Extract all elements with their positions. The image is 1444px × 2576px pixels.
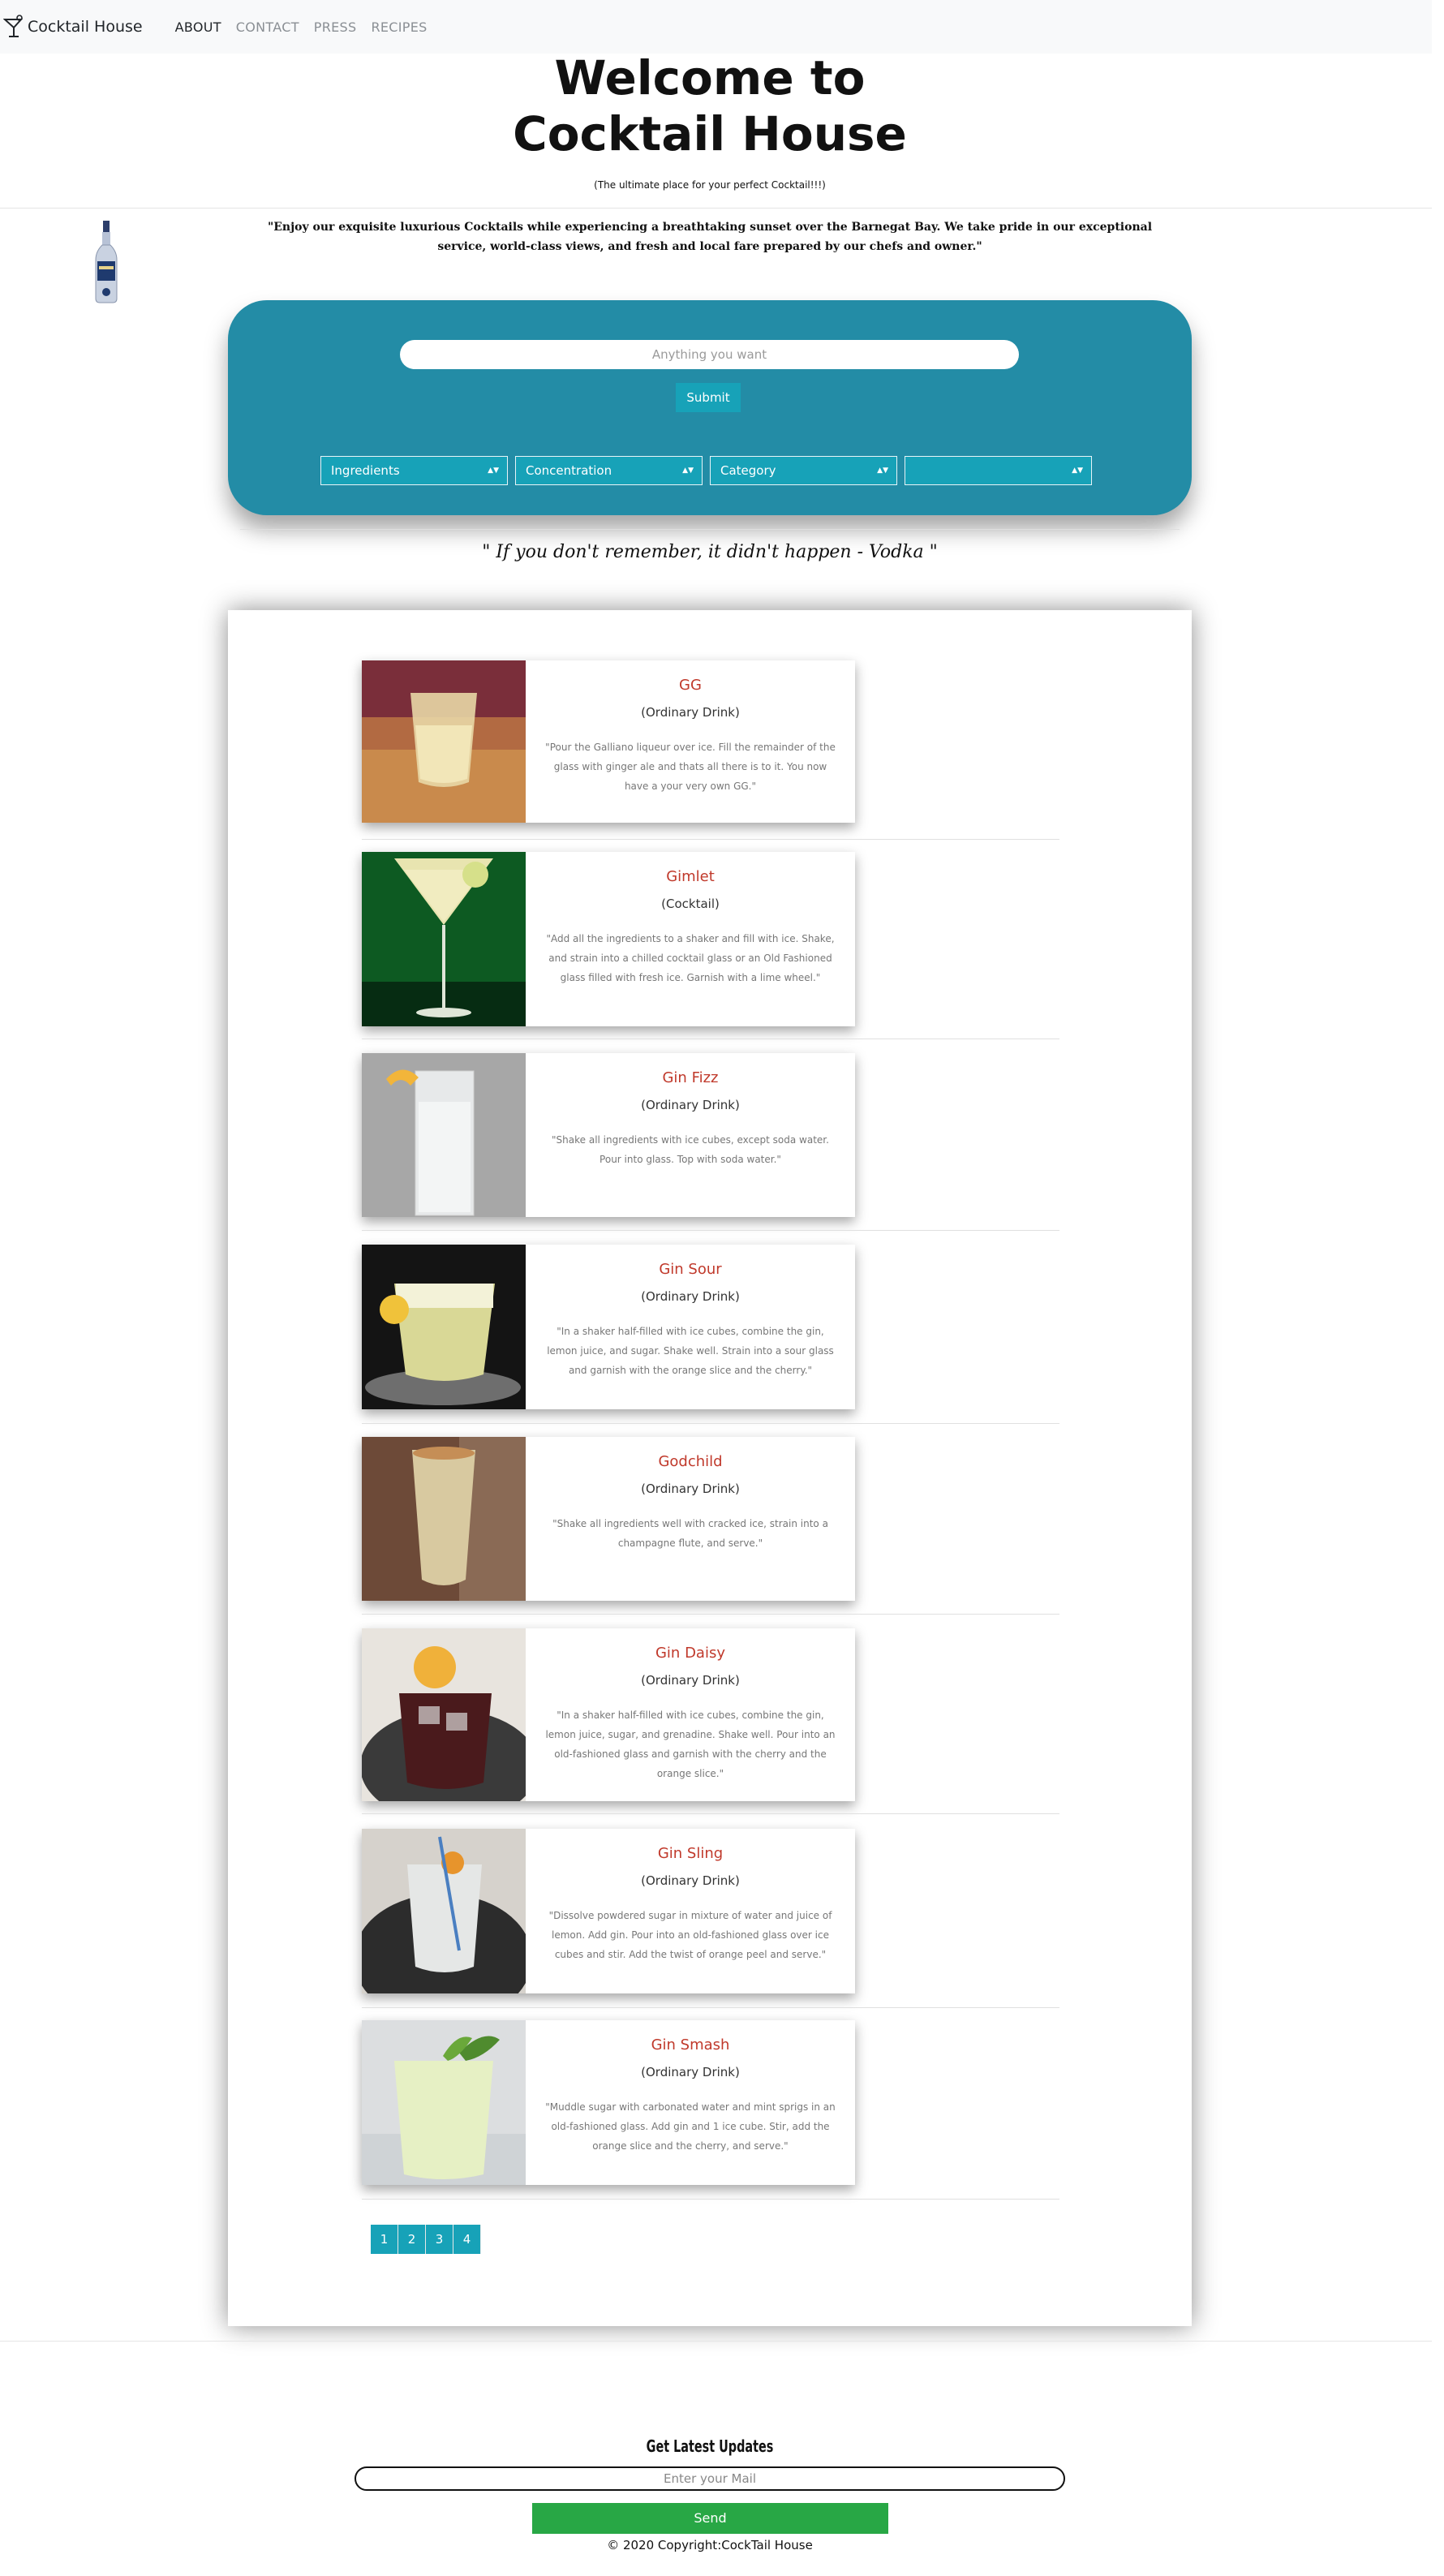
cocktail-category: (Ordinary Drink) [641,1098,740,1112]
nav-link-press[interactable]: PRESS [314,19,357,35]
filter-extra[interactable]: ▲▼ [905,456,1092,485]
card-body: Gin Fizz (Ordinary Drink) "Shake all ing… [526,1053,855,1217]
brand-name: Cocktail House [28,18,143,36]
divider [0,2341,1432,2342]
updates-title: Get Latest Updates [646,2436,774,2456]
cocktail-category: (Ordinary Drink) [641,1289,740,1304]
cocktail-description: "In a shaker half-filled with ice cubes,… [545,1709,836,1779]
cocktail-photo [362,1053,526,1217]
search-input[interactable] [400,340,1019,369]
search-panel: Submit Ingredients ▲▼ Concentration ▲▼ Cat… [228,300,1192,515]
filter-label: Category [720,463,776,478]
page-1-button[interactable]: 1 [371,2225,398,2254]
filter-label: Concentration [526,463,612,478]
cocktail-name[interactable]: Godchild [526,1453,855,1470]
vodka-bottle-image [95,221,118,303]
nav-links: ABOUT CONTACT PRESS RECIPES [175,19,442,35]
vodka-quote: " If you don't remember, it didn't happe… [482,542,938,562]
cocktail-description: "Add all the ingredients to a shaker and… [546,933,835,983]
cocktail-photo [362,1829,526,1993]
title-line-1: Welcome to [554,50,866,105]
filter-ingredients[interactable]: Ingredients ▲▼ [320,456,508,485]
cocktail-description: "Shake all ingredients well with cracked… [552,1518,828,1549]
page-3-button[interactable]: 3 [426,2225,453,2254]
cocktail-card[interactable]: Gin Smash (Ordinary Drink) "Muddle sugar… [362,2020,855,2185]
cocktail-photo [362,1245,526,1409]
cocktail-photo [362,1628,526,1801]
card-body: Godchild (Ordinary Drink) "Shake all ing… [526,1437,855,1601]
cocktail-card[interactable]: Godchild (Ordinary Drink) "Shake all ing… [362,1437,855,1601]
card-body: Gin Smash (Ordinary Drink) "Muddle sugar… [526,2020,855,2185]
cocktail-card[interactable]: Gin Fizz (Ordinary Drink) "Shake all ing… [362,1053,855,1217]
page-4-button[interactable]: 4 [453,2225,481,2254]
divider [362,2007,1059,2008]
cocktail-category: (Ordinary Drink) [641,2065,740,2079]
cocktail-card[interactable]: GG (Ordinary Drink) "Pour the Galliano l… [362,660,855,823]
cocktail-photo [362,1437,526,1601]
card-body: GG (Ordinary Drink) "Pour the Galliano l… [526,660,855,823]
brand[interactable]: Cocktail House [3,15,143,39]
divider [362,1813,1059,1814]
pagination: 1 2 3 4 [371,2225,481,2254]
intro-text: "Enjoy our exquisite luxurious Cocktails… [267,221,1153,253]
email-field[interactable] [355,2466,1065,2491]
send-button[interactable]: Send [532,2503,888,2534]
filter-label: Ingredients [331,463,400,478]
divider [362,1423,1059,1424]
filter-category[interactable]: Category ▲▼ [710,456,897,485]
divider [362,1614,1059,1615]
page-title: Welcome to Cocktail House [0,50,1420,162]
cocktail-name[interactable]: Gin Sour [526,1261,855,1278]
cocktail-category: (Ordinary Drink) [641,1482,740,1496]
card-body: Gin Sling (Ordinary Drink) "Dissolve pow… [526,1829,855,1993]
divider [0,208,1432,209]
cocktail-name[interactable]: Gin Smash [526,2036,855,2053]
select-arrows-icon: ▲▼ [877,467,888,475]
filter-concentration[interactable]: Concentration ▲▼ [515,456,703,485]
cocktail-card[interactable]: Gin Daisy (Ordinary Drink) "In a shaker … [362,1628,855,1801]
select-arrows-icon: ▲▼ [682,467,694,475]
cocktail-card[interactable]: Gimlet (Cocktail) "Add all the ingredien… [362,852,855,1026]
cocktail-description: "In a shaker half-filled with ice cubes,… [547,1326,834,1376]
cocktail-card[interactable]: Gin Sling (Ordinary Drink) "Dissolve pow… [362,1829,855,1993]
cocktail-name[interactable]: Gimlet [526,868,855,885]
cocktail-photo [362,852,526,1026]
nav-link-about[interactable]: ABOUT [175,19,221,35]
divider [362,1230,1059,1231]
copyright: © 2020 Copyright:CockTail House [607,2538,813,2552]
cocktail-name[interactable]: Gin Sling [526,1845,855,1862]
filters: Ingredients ▲▼ Concentration ▲▼ Category ▲▼… [320,456,1099,485]
title-line-2: Cocktail House [513,106,907,161]
cocktail-description: "Shake all ingredients with ice cubes, e… [552,1134,829,1165]
cocktail-glass-icon [3,15,24,37]
cocktail-photo [362,2020,526,2185]
cocktail-category: (Ordinary Drink) [641,1673,740,1688]
cocktail-name[interactable]: Gin Fizz [526,1069,855,1086]
cocktail-category: (Cocktail) [661,897,720,911]
nav-link-contact[interactable]: CONTACT [236,19,299,35]
cocktail-name[interactable]: GG [526,677,855,694]
select-arrows-icon: ▲▼ [1072,467,1083,475]
cocktail-description: "Dissolve powdered sugar in mixture of w… [548,1910,832,1960]
cocktail-description: "Pour the Galliano liqueur over ice. Fil… [545,742,836,792]
page-2-button[interactable]: 2 [398,2225,426,2254]
divider [362,2199,1059,2200]
select-arrows-icon: ▲▼ [488,467,499,475]
divider [362,839,1059,840]
cocktail-category: (Ordinary Drink) [641,705,740,720]
card-body: Gin Daisy (Ordinary Drink) "In a shaker … [526,1628,855,1801]
nav-link-recipes[interactable]: RECIPES [371,19,427,35]
card-body: Gimlet (Cocktail) "Add all the ingredien… [526,852,855,1026]
results-panel: GG (Ordinary Drink) "Pour the Galliano l… [228,610,1192,2326]
cocktail-description: "Muddle sugar with carbonated water and … [545,2101,836,2152]
card-body: Gin Sour (Ordinary Drink) "In a shaker h… [526,1245,855,1409]
cocktail-name[interactable]: Gin Daisy [526,1645,855,1662]
cocktail-photo [362,660,526,823]
hero-subtitle: (The ultimate place for your perfect Coc… [594,179,826,191]
divider [240,529,1180,530]
navbar: Cocktail House ABOUT CONTACT PRESS RECIP… [0,0,1432,54]
cocktail-card[interactable]: Gin Sour (Ordinary Drink) "In a shaker h… [362,1245,855,1409]
cocktail-category: (Ordinary Drink) [641,1873,740,1888]
submit-button[interactable]: Submit [676,383,741,412]
